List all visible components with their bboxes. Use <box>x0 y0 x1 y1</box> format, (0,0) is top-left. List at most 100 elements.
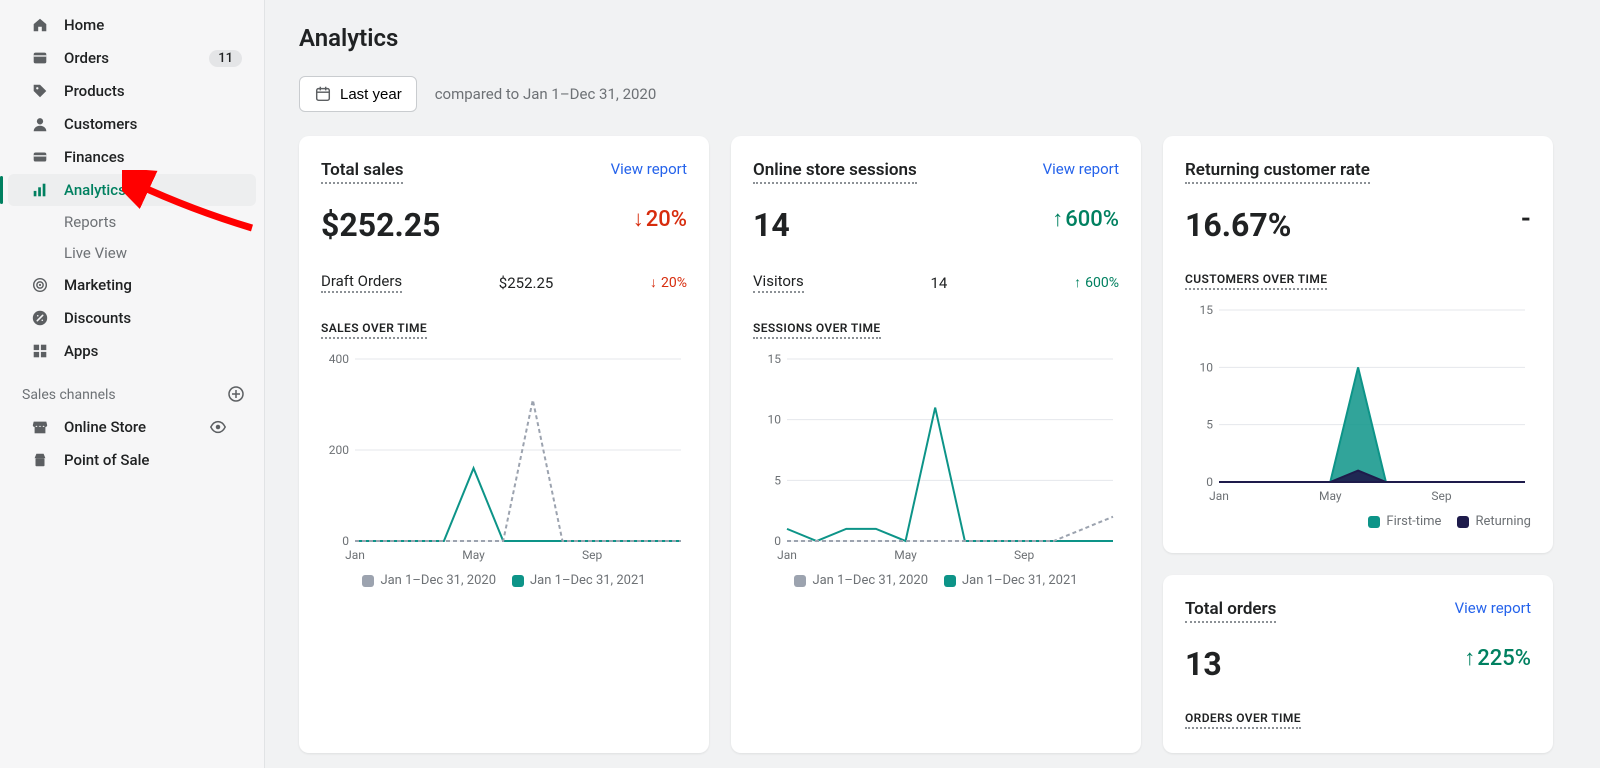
svg-text:400: 400 <box>329 353 349 366</box>
sales-channels-label: Sales channels <box>22 387 116 403</box>
products-icon <box>30 81 50 101</box>
sales-channels-header: Sales channels <box>0 368 264 410</box>
sidebar-item-customers[interactable]: Customers <box>8 108 256 140</box>
sales-chart: 0200400JanMaySep <box>321 353 687 563</box>
card-title: Total sales <box>321 160 403 184</box>
sidebar-subitem-live-view[interactable]: Live View <box>8 238 256 268</box>
store-icon <box>30 417 50 437</box>
calendar-icon <box>314 85 332 103</box>
apps-icon <box>30 341 50 361</box>
svg-text:Sep: Sep <box>1431 489 1451 503</box>
view-report-link[interactable]: View report <box>611 160 687 178</box>
sidebar-channel-point-of-sale[interactable]: Point of Sale <box>8 444 256 476</box>
sidebar-item-label: Finances <box>64 148 124 166</box>
finances-icon <box>30 147 50 167</box>
sidebar-item-home[interactable]: Home <box>8 9 256 41</box>
arrow-up-icon: ↑ <box>1052 206 1063 232</box>
view-report-link[interactable]: View report <box>1043 160 1119 178</box>
sidebar: Home Orders 11 Products Customers Finances Ana… <box>0 0 265 768</box>
chart-title: ORDERS OVER TIME <box>1185 711 1301 729</box>
sidebar-subitem-reports[interactable]: Reports <box>8 207 256 237</box>
home-icon <box>30 15 50 35</box>
sidebar-item-analytics[interactable]: Analytics <box>8 174 256 206</box>
subrow-label: Visitors <box>753 272 804 293</box>
nav-badge: 11 <box>209 50 242 67</box>
chart-title: SESSIONS OVER TIME <box>753 321 881 339</box>
svg-text:Sep: Sep <box>582 548 602 562</box>
sidebar-item-products[interactable]: Products <box>8 75 256 107</box>
svg-text:May: May <box>894 548 917 562</box>
legend-item-first: First-time <box>1368 514 1441 529</box>
svg-text:15: 15 <box>1200 304 1214 317</box>
sidebar-item-label: Apps <box>64 342 98 360</box>
sidebar-item-discounts[interactable]: Discounts <box>8 302 256 334</box>
svg-text:0: 0 <box>774 534 781 548</box>
card-sessions: Online store sessions View report 14 ↑60… <box>731 136 1141 753</box>
sidebar-item-label: Live View <box>64 244 127 262</box>
add-channel-icon[interactable] <box>228 386 246 404</box>
svg-text:200: 200 <box>329 443 349 457</box>
eye-icon[interactable] <box>208 417 228 437</box>
card-returning-rate: Returning customer rate 16.67% - CUSTOME… <box>1163 136 1553 553</box>
date-range-label: Last year <box>340 86 402 103</box>
legend-item-prev: Jan 1–Dec 31, 2020 <box>362 573 496 588</box>
svg-text:5: 5 <box>1206 418 1213 432</box>
subrow-value: 14 <box>931 274 948 292</box>
card-total-orders: Total orders View report 13 ↑225% ORDERS… <box>1163 575 1553 753</box>
sidebar-item-label: Point of Sale <box>64 451 149 469</box>
sidebar-item-orders[interactable]: Orders 11 <box>8 42 256 74</box>
svg-text:Sep: Sep <box>1014 548 1034 562</box>
customers-icon <box>30 114 50 134</box>
sidebar-item-label: Products <box>64 82 125 100</box>
svg-text:5: 5 <box>774 473 781 487</box>
metric-delta: ↑225% <box>1464 645 1531 671</box>
arrow-down-icon: ↓ <box>650 274 657 291</box>
svg-text:10: 10 <box>1200 360 1214 374</box>
sidebar-item-label: Analytics <box>64 181 126 199</box>
sidebar-item-label: Online Store <box>64 418 146 436</box>
svg-text:May: May <box>1319 489 1342 503</box>
metric-delta: ↑600% <box>1052 206 1119 232</box>
subrow-value: $252.25 <box>499 274 554 292</box>
chart-title: SALES OVER TIME <box>321 321 427 339</box>
legend-item-returning: Returning <box>1457 514 1531 529</box>
svg-text:0: 0 <box>1206 475 1213 489</box>
sidebar-item-label: Home <box>64 16 104 34</box>
sidebar-item-label: Customers <box>64 115 137 133</box>
arrow-up-icon: ↑ <box>1074 274 1081 291</box>
sessions-chart: 051015JanMaySep <box>753 353 1119 563</box>
sidebar-item-label: Marketing <box>64 276 132 294</box>
svg-text:Jan: Jan <box>777 548 797 562</box>
subrow-delta: ↑600% <box>1074 274 1119 291</box>
sidebar-item-label: Orders <box>64 49 109 67</box>
orders-icon <box>30 48 50 68</box>
svg-text:Jan: Jan <box>345 548 365 562</box>
metric-delta: - <box>1521 204 1531 234</box>
svg-text:Jan: Jan <box>1209 489 1229 503</box>
metric-value: 16.67% <box>1185 206 1291 244</box>
legend-item-curr: Jan 1–Dec 31, 2021 <box>512 573 646 588</box>
page-title: Analytics <box>299 24 1566 52</box>
arrow-up-icon: ↑ <box>1464 645 1475 671</box>
sidebar-item-label: Discounts <box>64 309 131 327</box>
card-total-sales: Total sales View report $252.25 ↓20% Dra… <box>299 136 709 753</box>
sidebar-item-apps[interactable]: Apps <box>8 335 256 367</box>
chart-title: CUSTOMERS OVER TIME <box>1185 272 1327 290</box>
sidebar-item-finances[interactable]: Finances <box>8 141 256 173</box>
sidebar-item-marketing[interactable]: Marketing <box>8 269 256 301</box>
discounts-icon <box>30 308 50 328</box>
card-title: Online store sessions <box>753 160 917 184</box>
view-report-link[interactable]: View report <box>1455 599 1531 617</box>
svg-text:10: 10 <box>768 413 782 427</box>
svg-text:0: 0 <box>342 534 349 548</box>
metric-value: 14 <box>753 206 790 244</box>
date-range-button[interactable]: Last year <box>299 76 417 112</box>
metric-value: 13 <box>1185 645 1222 683</box>
sidebar-channel-online-store[interactable]: Online Store <box>8 411 256 443</box>
card-title: Returning customer rate <box>1185 160 1370 184</box>
sidebar-item-label: Reports <box>64 213 116 231</box>
main-content: Analytics Last year compared to Jan 1–De… <box>265 0 1600 768</box>
subrow-label: Draft Orders <box>321 272 402 293</box>
marketing-icon <box>30 275 50 295</box>
metric-delta: ↓20% <box>633 206 687 232</box>
